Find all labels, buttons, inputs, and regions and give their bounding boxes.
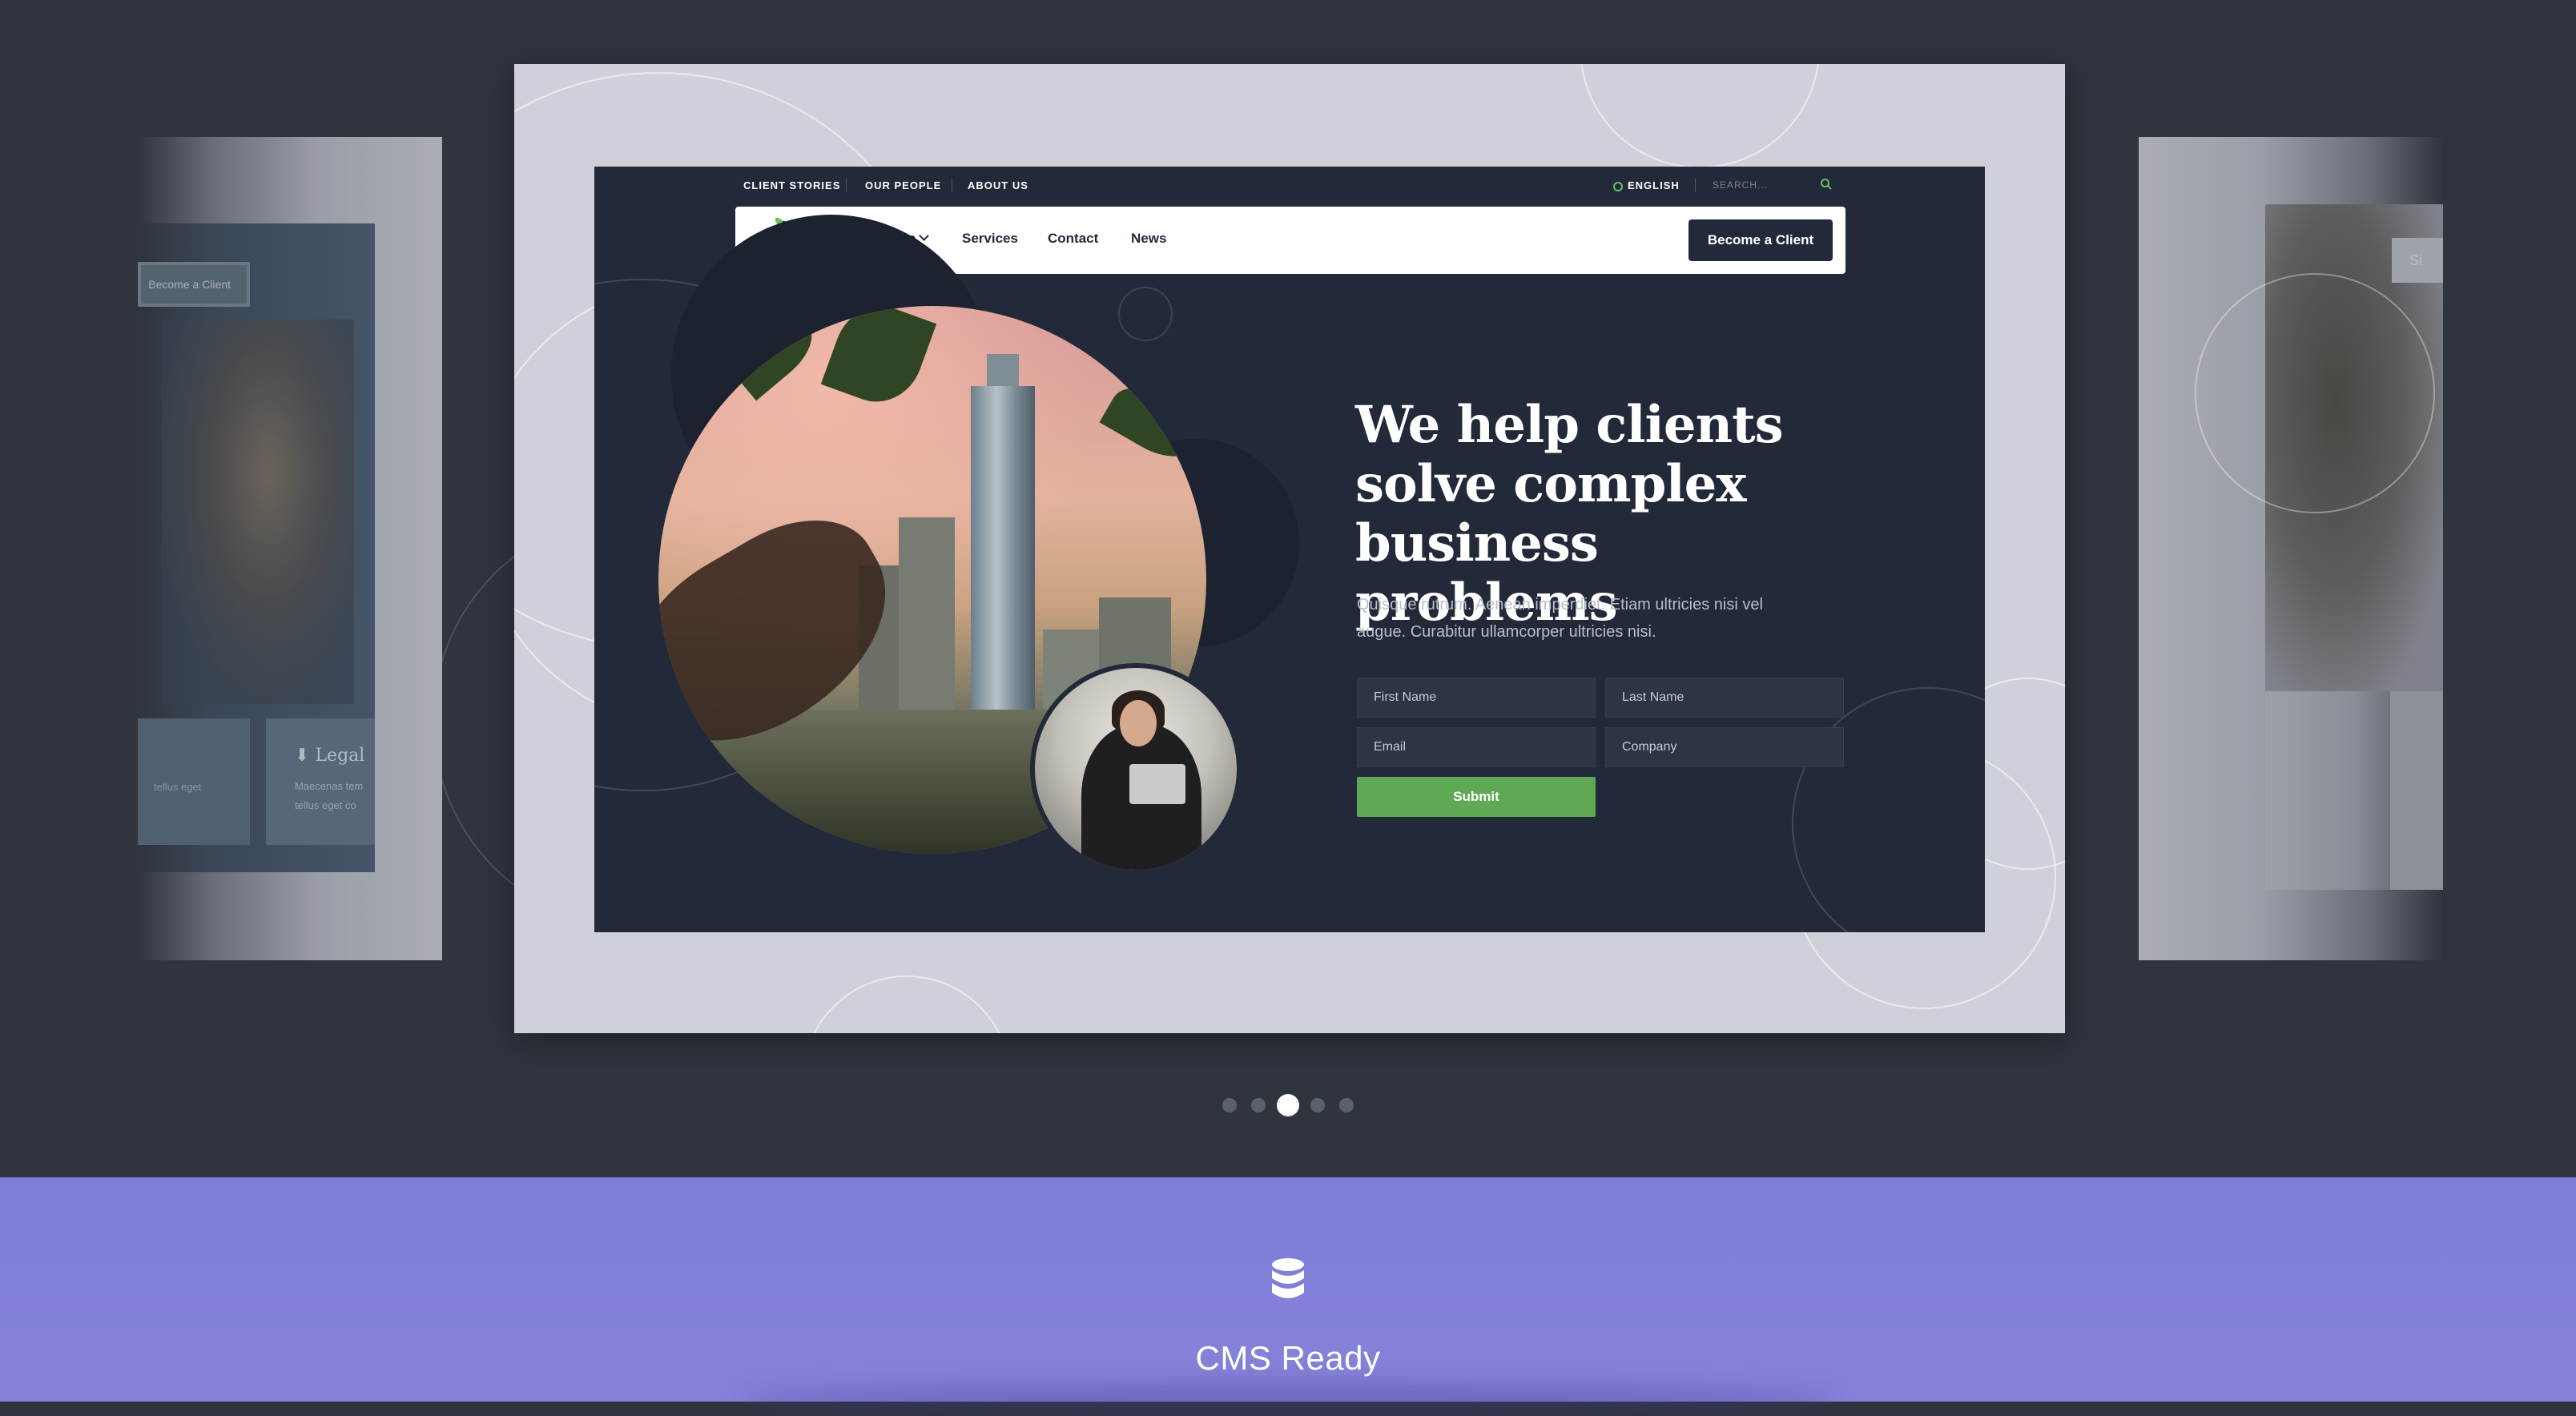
carousel-dot[interactable] (1222, 1098, 1237, 1112)
decorative-ring (1580, 64, 1820, 168)
hero-image-woman (1030, 663, 1242, 875)
topbar-link-our-people[interactable]: OUR PEOPLE (865, 179, 941, 191)
carousel-dot[interactable] (1251, 1098, 1266, 1112)
nav-item-news[interactable]: News (1131, 231, 1166, 247)
decorative-ring (1792, 687, 1985, 932)
preview-cta: Become a Client (138, 262, 250, 307)
top-bar: CLIENT STORIES OUR PEOPLE ABOUT US ENGLI… (594, 167, 1985, 205)
preview-tile-text: Maecenas tem tellus eget co (295, 780, 364, 811)
decorative-shadow (737, 1384, 1839, 1416)
laptop (1129, 764, 1185, 804)
chevron-down-icon (919, 231, 930, 241)
topbar-link-client-stories[interactable]: CLIENT STORIES (743, 179, 840, 191)
decorative-ring (803, 976, 1011, 1033)
divider (846, 178, 847, 192)
company-field[interactable]: Company (1605, 727, 1844, 767)
preview-tile-text: tellus eget (154, 781, 202, 793)
feature-title: CMS Ready (1195, 1339, 1381, 1377)
language-label: ENGLISH (1628, 179, 1680, 191)
carousel-dot[interactable] (1310, 1098, 1325, 1112)
search-icon[interactable] (1820, 178, 1833, 191)
preview-site: Become a Client tellus eget ⬇ Legal Maec… (138, 223, 375, 872)
globe-icon (1613, 182, 1623, 191)
last-name-field[interactable]: Last Name (1605, 678, 1844, 718)
website-preview: CLIENT STORIES OUR PEOPLE ABOUT US ENGLI… (594, 167, 1985, 932)
decorative-ring (1118, 287, 1173, 341)
decorative-ring (2195, 273, 2435, 513)
become-a-client-button[interactable]: Become a Client (1688, 219, 1833, 261)
preview-tile: tellus eget (138, 718, 250, 845)
carousel-dot[interactable] (1339, 1098, 1354, 1112)
search-input[interactable]: SEARCH... (1713, 179, 1768, 191)
database-icon (1272, 1258, 1304, 1298)
first-name-field[interactable]: First Name (1357, 678, 1596, 718)
hero-subtext: Quisque rutrum. Aenean imperdiet. Etiam … (1357, 596, 1763, 641)
leaf (820, 306, 937, 415)
preview-portrait (162, 320, 354, 704)
email-field[interactable]: Email (1357, 727, 1596, 767)
preview-panel (2390, 691, 2443, 890)
preview-badge: Si (2392, 238, 2443, 283)
person-face (1120, 700, 1157, 746)
topbar-link-about-us[interactable]: ABOUT US (968, 179, 1028, 191)
preview-tile-title: ⬇ Legal (295, 746, 365, 766)
submit-button[interactable]: Submit (1357, 777, 1596, 817)
carousel-dot-active[interactable] (1277, 1094, 1299, 1116)
feature-section: CMS Ready (0, 1177, 2576, 1416)
nav-item-contact[interactable]: Contact (1048, 231, 1098, 247)
carousel-prev-preview[interactable]: Become a Client tellus eget ⬇ Legal Maec… (138, 137, 442, 960)
carousel-next-preview[interactable]: Si (2139, 137, 2443, 960)
divider (1695, 178, 1696, 192)
preview-tile-legal: ⬇ Legal Maecenas tem tellus eget co (266, 718, 375, 845)
carousel-active-slide[interactable]: CLIENT STORIES OUR PEOPLE ABOUT US ENGLI… (514, 64, 2065, 1033)
language-selector[interactable]: ENGLISH (1613, 179, 1680, 191)
nav-item-services[interactable]: Services (962, 231, 1018, 247)
